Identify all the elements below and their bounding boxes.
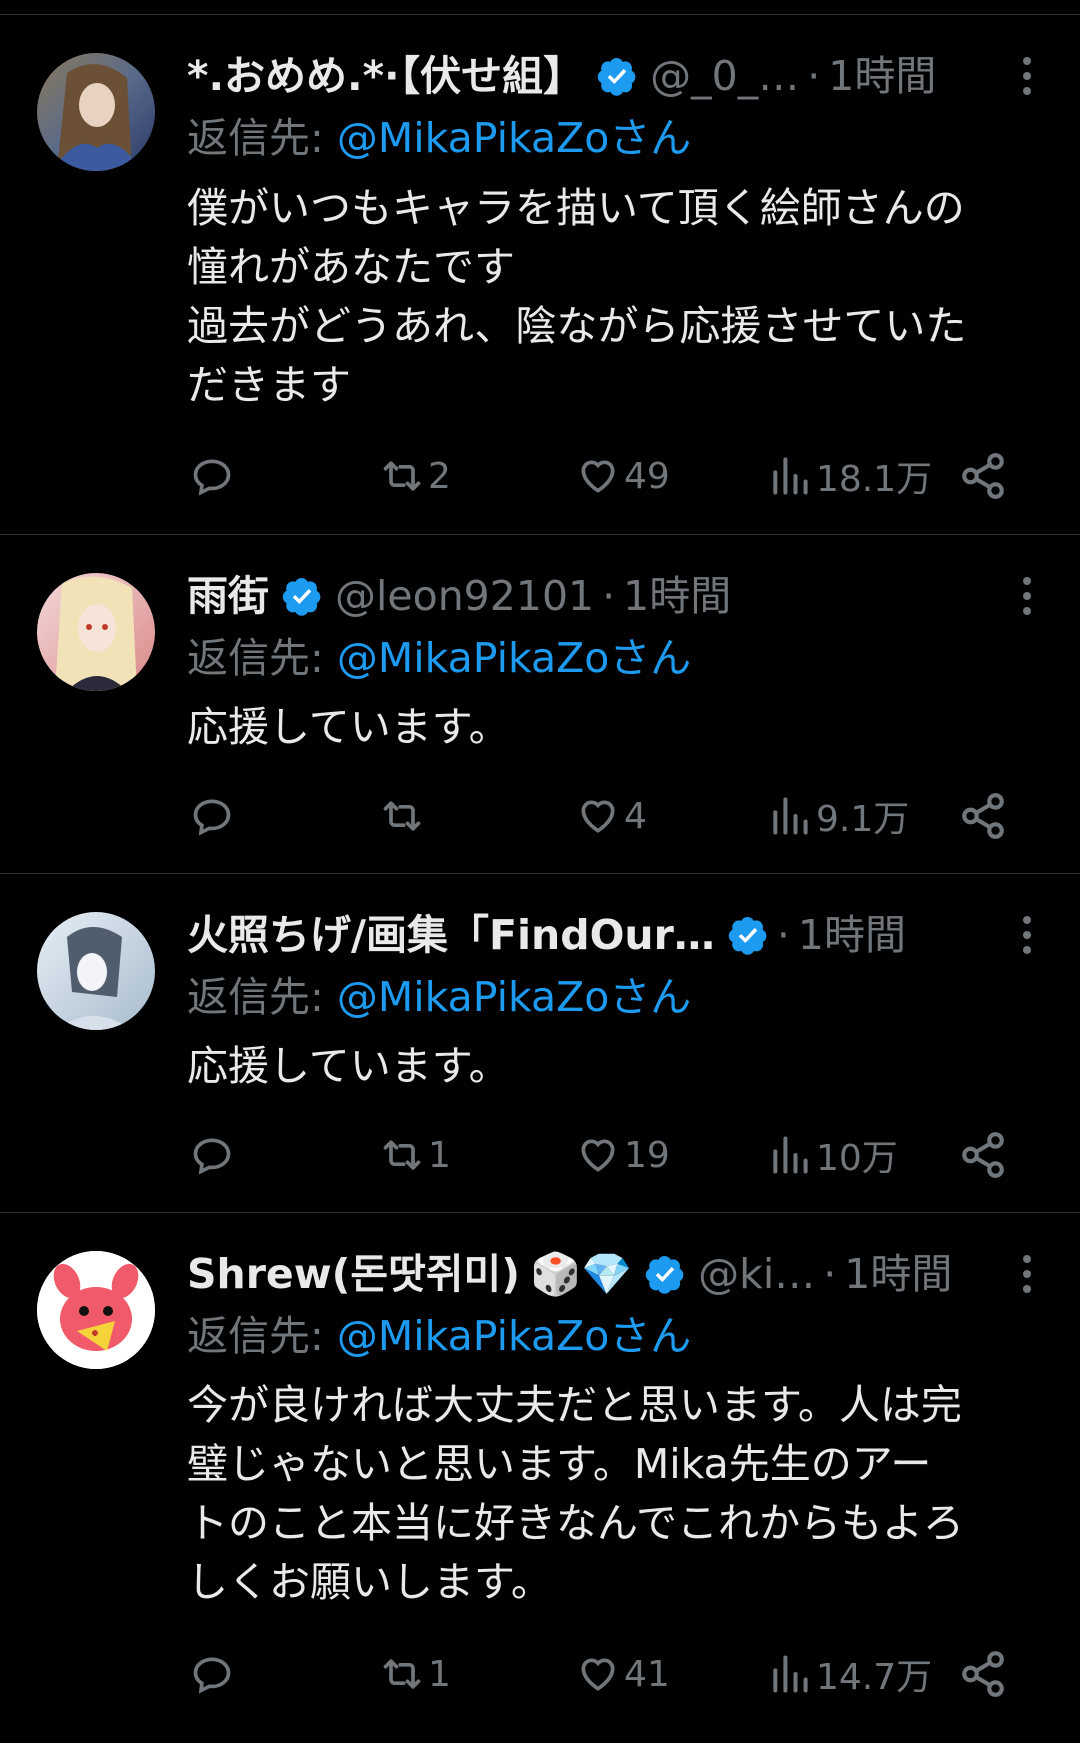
view-count: 18.1万 [816,459,933,500]
avatar[interactable] [37,53,155,171]
like-count: 4 [624,795,647,837]
reply-header: 雨街 @leon92101 · 1時間 [187,571,984,621]
avatar[interactable] [37,912,155,1030]
reply-item[interactable]: *.おめめ.*·【伏せ組】 @_0_… · 1時間 返信先: @MikaPika… [0,15,1080,535]
timestamp[interactable]: 1時間 [623,571,731,621]
reply-item[interactable]: 雨街 @leon92101 · 1時間 返信先: @MikaPikaZoさん 応… [0,535,1080,874]
retweet-count: 1 [428,1653,451,1695]
more-vertical-icon[interactable] [1012,575,1042,617]
share-icon[interactable] [958,451,1008,501]
reply-button[interactable] [190,1649,234,1699]
reply-to-link[interactable]: @MikaPikaZoさん [337,973,691,1021]
reply-header: *.おめめ.*·【伏せ組】 @_0_… · 1時間 [187,51,984,101]
timestamp[interactable]: 1時間 [844,1249,952,1299]
separator-dot: · [823,1250,837,1298]
separator-dot: · [807,52,821,100]
verified-badge-icon [645,1255,684,1294]
like-button[interactable]: 49 [576,451,670,501]
reply-text: 僕がいつもキャラを描いて頂く絵師さんの 憧れがあなたです 過去がどうあれ、陰なが… [187,184,967,409]
heart-icon [581,800,615,833]
handle[interactable]: @_0_… [650,51,799,101]
share-icon[interactable] [958,1649,1008,1699]
name-emoji: 🎲💎 [529,1250,633,1298]
reply-text: 応援しています。 [187,1042,510,1090]
retweet-button[interactable]: 2 [380,451,451,501]
share-icon[interactable] [958,791,1008,841]
timestamp[interactable]: 1時間 [798,910,906,960]
view-count: 14.7万 [816,1657,933,1698]
reply-text: 応援しています。 [187,703,510,751]
views-chart-icon [773,1136,808,1174]
avatar[interactable] [37,573,155,691]
separator-dot: · [776,911,790,959]
views-button[interactable]: 18.1万 [768,451,932,501]
more-vertical-icon[interactable] [1012,914,1042,956]
reply-icon [193,799,231,836]
reply-item[interactable]: Shrew(돈땃쥐미) 🎲💎 @ki… · 1時間 返信先: @MikaPika… [0,1213,1080,1743]
view-count: 10万 [816,1138,898,1179]
retweet-count: 2 [428,455,451,497]
views-button[interactable]: 9.1万 [768,791,909,841]
reply-button[interactable] [190,1130,234,1180]
reply-button[interactable] [190,451,234,501]
replying-to: 返信先: @MikaPikaZoさん [187,1312,692,1360]
like-count: 41 [624,1653,670,1695]
display-name[interactable]: *.おめめ.*·【伏せ組】 [187,51,584,101]
like-count: 19 [624,1134,670,1176]
like-button[interactable]: 41 [576,1649,670,1699]
like-count: 49 [624,455,670,497]
reply-button[interactable] [190,791,234,841]
more-vertical-icon[interactable] [1012,1253,1042,1295]
retweet-icon [383,1659,421,1689]
replying-to: 返信先: @MikaPikaZoさん [187,973,692,1021]
reply-header: 火照ちげ/画集「FindOur… · 1時間 [187,910,984,960]
retweet-icon [383,801,421,831]
timestamp[interactable]: 1時間 [828,51,936,101]
heart-icon [581,1658,615,1691]
reply-to-link[interactable]: @MikaPikaZoさん [337,634,691,682]
views-chart-icon [773,457,808,495]
reply-to-link[interactable]: @MikaPikaZoさん [337,114,691,162]
retweet-count: 1 [428,1134,451,1176]
retweet-icon [383,1140,421,1170]
reply-to-link[interactable]: @MikaPikaZoさん [337,1312,691,1360]
retweet-button[interactable]: 1 [380,1130,451,1180]
reply-text: 今が良ければ大丈夫だと思います。人は完 璧じゃないと思います。Mika先生のアー… [187,1381,964,1606]
avatar[interactable] [37,1251,155,1369]
action-bar: 4 9.1万 [0,791,1080,841]
views-button[interactable]: 10万 [768,1130,898,1180]
reply-item[interactable]: 火照ちげ/画集「FindOur… · 1時間 返信先: @MikaPikaZoさ… [0,874,1080,1213]
handle[interactable]: @ki… [698,1249,815,1299]
heart-icon [581,1139,615,1172]
reply-icon [193,1657,231,1694]
share-icon[interactable] [958,1130,1008,1180]
reply-icon [193,1138,231,1175]
separator-dot: · [602,572,616,620]
replying-to: 返信先: @MikaPikaZoさん [187,634,692,682]
views-chart-icon [773,797,808,835]
reply-header: Shrew(돈땃쥐미) 🎲💎 @ki… · 1時間 [187,1249,984,1299]
reply-icon [193,459,231,496]
verified-badge-icon [728,916,767,955]
verified-badge-icon [282,577,321,616]
more-vertical-icon[interactable] [1012,55,1042,97]
display-name[interactable]: 火照ちげ/画集「FindOur… [187,910,715,960]
retweet-button[interactable]: 1 [380,1649,451,1699]
views-button[interactable]: 14.7万 [768,1649,932,1699]
handle[interactable]: @leon92101 [335,571,594,621]
heart-icon [581,460,615,493]
action-bar: 1 19 10万 [0,1130,1080,1180]
action-bar: 2 49 18.1万 [0,451,1080,501]
action-bar: 1 41 14.7万 [0,1649,1080,1699]
replying-to: 返信先: @MikaPikaZoさん [187,114,692,162]
verified-badge-icon [597,57,636,96]
retweet-icon [383,461,421,491]
like-button[interactable]: 19 [576,1130,670,1180]
like-button[interactable]: 4 [576,791,647,841]
display-name[interactable]: 雨街 [187,571,269,621]
display-name[interactable]: Shrew(돈땃쥐미) [187,1249,520,1299]
views-chart-icon [773,1655,808,1693]
retweet-button[interactable] [380,791,428,841]
view-count: 9.1万 [816,799,910,840]
